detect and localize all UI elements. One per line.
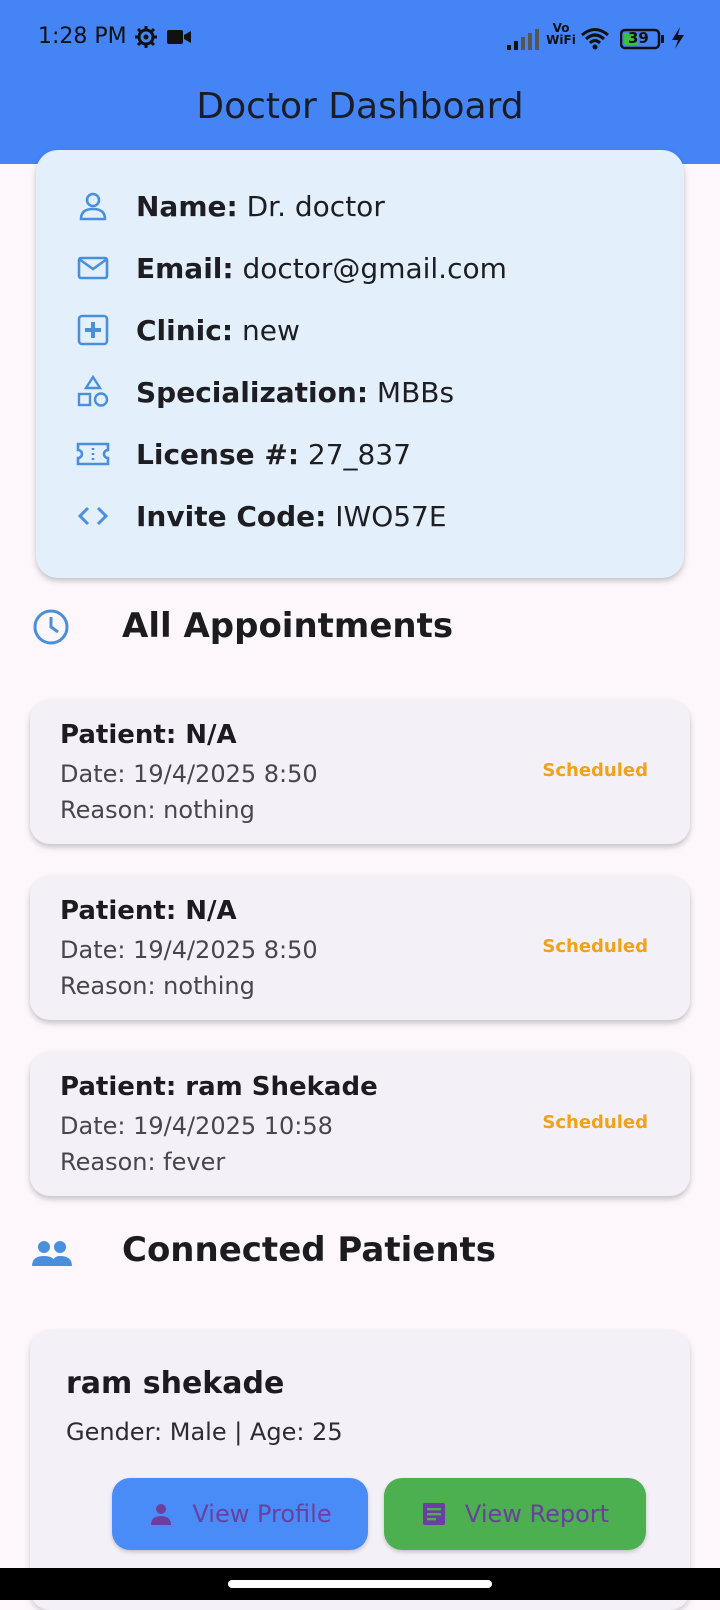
appointment-patient: Patient: N/A [60, 896, 237, 926]
appointment-reason: Reason: nothing [60, 796, 255, 824]
profile-email-text: Email: doctor@gmail.com [136, 251, 507, 285]
wifi-icon [581, 28, 609, 50]
battery-icon: 39 [620, 28, 666, 50]
appointment-status-badge: Scheduled [542, 760, 648, 781]
person-icon [79, 192, 107, 221]
page-title: Doctor Dashboard [196, 86, 524, 127]
appointment-status-badge: Scheduled [542, 936, 648, 957]
profile-specialization-text: Specialization: MBBs [136, 375, 455, 409]
person-icon [151, 1504, 172, 1525]
video-camera-icon [167, 30, 191, 44]
profile-clinic-text: Clinic: new [136, 313, 300, 347]
status-time: 1:28 PM [38, 24, 127, 49]
patient-name: ram shekade [66, 1366, 285, 1401]
appointment-patient: Patient: ram Shekade [60, 1072, 378, 1102]
category-shapes-icon [77, 375, 109, 407]
document-icon [422, 1503, 445, 1525]
appointment-date: Date: 19/4/2025 10:58 [60, 1112, 333, 1140]
gesture-handle[interactable] [228, 1580, 492, 1588]
group-icon [32, 1241, 72, 1266]
app-bar: 1:28 PM Vo WiFi 39 Doctor Dashboard [0, 0, 720, 164]
medical-plus-icon [77, 314, 109, 346]
appointment-reason: Reason: nothing [60, 972, 255, 1000]
view-profile-button[interactable]: View Profile [112, 1478, 368, 1550]
appointment-reason: Reason: fever [60, 1148, 226, 1176]
badge-ticket-icon [76, 442, 110, 466]
patients-section-title: Connected Patients [122, 1230, 497, 1270]
appointment-patient: Patient: N/A [60, 720, 237, 750]
view-profile-label: View Profile [192, 1500, 332, 1528]
appointment-card[interactable]: Patient: N/A Date: 19/4/2025 8:50 Reason… [30, 700, 690, 844]
gear-icon [135, 26, 157, 48]
mail-icon [77, 256, 109, 280]
patient-details: Gender: Male | Age: 25 [66, 1418, 343, 1446]
appointment-status-badge: Scheduled [542, 1112, 648, 1133]
view-report-label: View Report [464, 1500, 610, 1528]
vowifi-line2: WiFi [546, 33, 576, 47]
appointment-date: Date: 19/4/2025 8:50 [60, 936, 318, 964]
system-navigation-bar [0, 1568, 720, 1600]
appointment-card[interactable]: Patient: N/A Date: 19/4/2025 8:50 Reason… [30, 876, 690, 1020]
appointment-card[interactable]: Patient: ram Shekade Date: 19/4/2025 10:… [30, 1052, 690, 1196]
profile-name-text: Name: Dr. doctor [136, 189, 385, 223]
profile-license-text: License #: 27_837 [136, 437, 412, 471]
charging-bolt-icon [672, 27, 684, 49]
battery-level: 39 [628, 29, 649, 47]
view-report-button[interactable]: View Report [384, 1478, 646, 1550]
clock-icon [33, 609, 69, 645]
signal-icon [507, 29, 539, 50]
code-icon [77, 506, 109, 526]
profile-invite-code-text: Invite Code: IWO57E [136, 499, 447, 533]
vowifi-indicator: Vo WiFi [546, 22, 576, 46]
appointment-date: Date: 19/4/2025 8:50 [60, 760, 318, 788]
appointments-section-title: All Appointments [122, 606, 454, 646]
status-bar: 1:28 PM Vo WiFi 39 [0, 0, 720, 76]
